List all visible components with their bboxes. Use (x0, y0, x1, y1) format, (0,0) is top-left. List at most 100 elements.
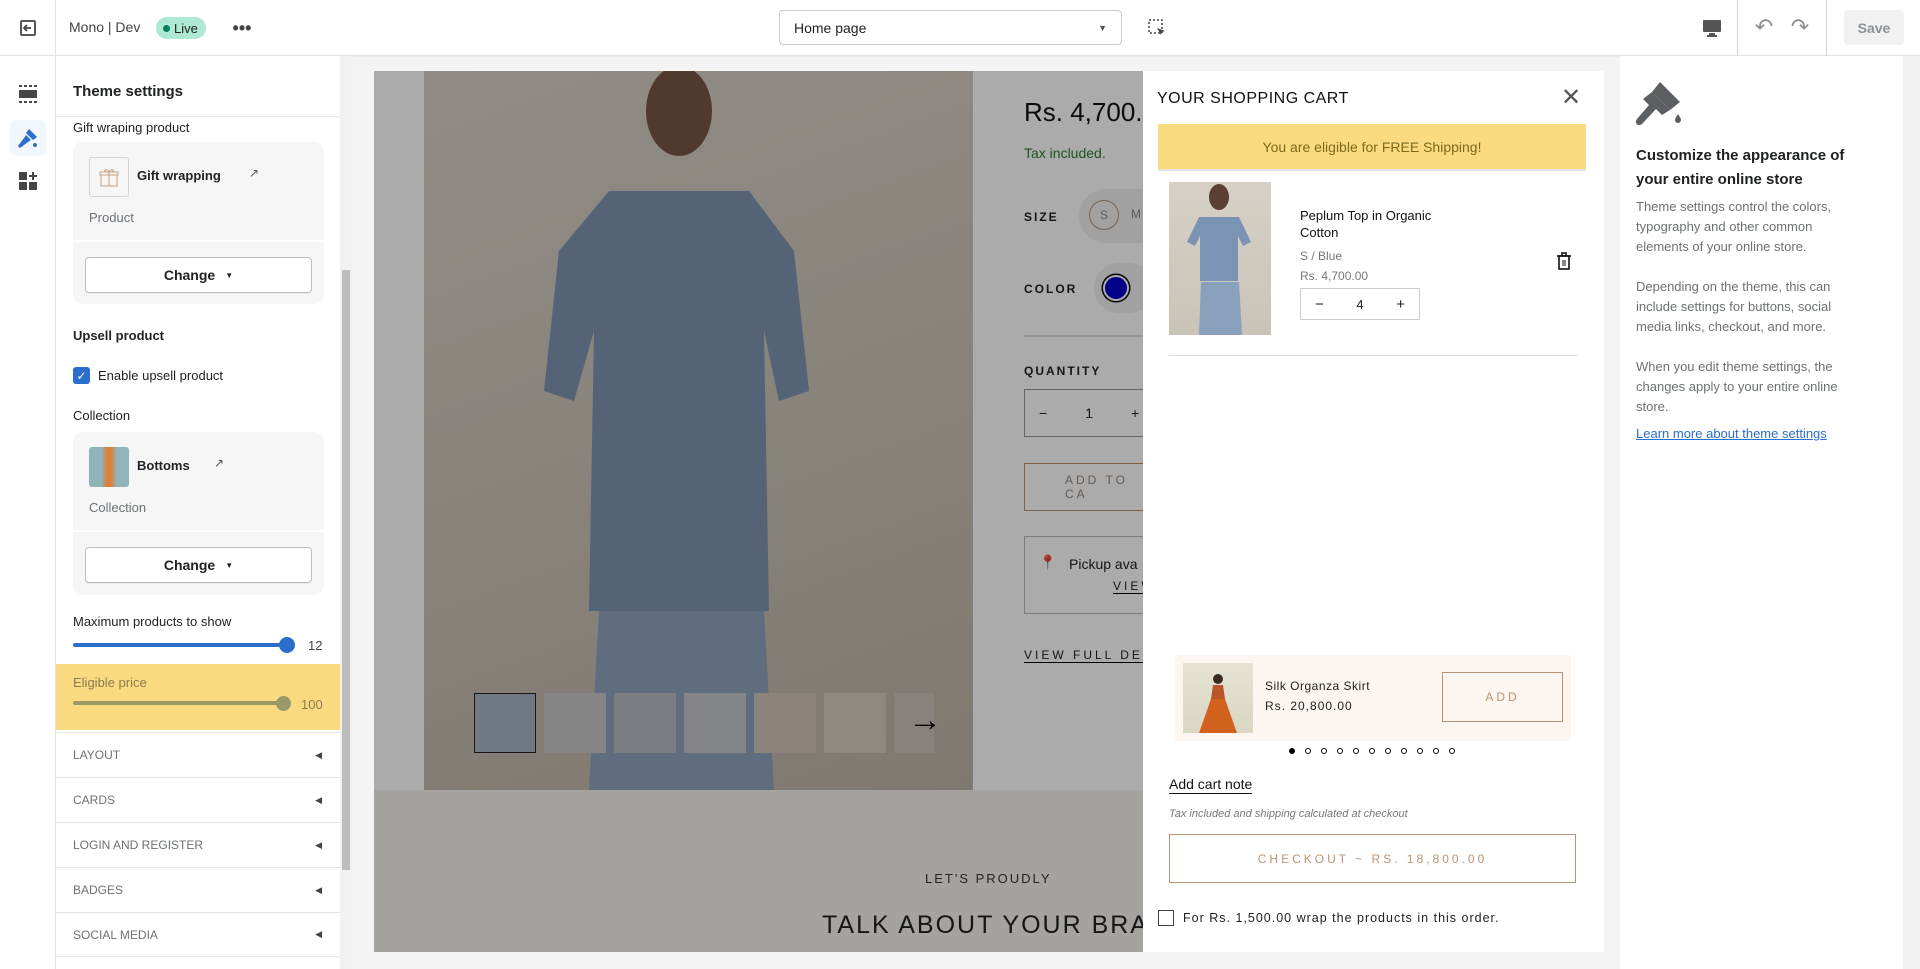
gift-wrap-checkbox[interactable]: For Rs. 1,500.00 wrap the products in th… (1158, 910, 1500, 926)
gift-product-type: Product (89, 210, 134, 225)
slider-handle[interactable] (276, 696, 291, 711)
help-heading: Customize the appearance of your entire … (1636, 147, 1845, 188)
paint-bucket-icon (1635, 80, 1682, 131)
inspector-button[interactable] (1146, 17, 1168, 39)
cart-item-name[interactable]: Peplum Top in Organic Cotton (1300, 207, 1460, 241)
upsell-card: Silk Organza Skirt Rs. 20,800.00 ADD (1175, 655, 1571, 741)
slider-handle[interactable] (279, 637, 295, 653)
help-scrollbar[interactable] (1903, 56, 1920, 969)
change-gift-button[interactable]: Change ▼ (85, 257, 312, 293)
max-products-slider[interactable] (73, 643, 289, 647)
caret-left-icon: ◀ (315, 839, 322, 850)
checkbox-checked-icon: ✓ (73, 367, 90, 384)
caret-left-icon: ◀ (315, 749, 322, 760)
caret-down-icon: ▼ (225, 560, 234, 570)
checkout-button[interactable]: CHECKOUT ~ RS. 18,800.00 (1169, 834, 1576, 883)
max-products-value: 12 (308, 638, 323, 653)
change-collection-button[interactable]: Change ▼ (85, 547, 312, 583)
eligible-price-slider[interactable] (73, 701, 283, 705)
gift-product-name[interactable]: Gift wrapping (137, 168, 221, 183)
top-bar: Mono | Dev Live ••• Home page ▼ ↶ ↷ Save (0, 0, 1920, 56)
caret-left-icon: ◀ (315, 884, 322, 895)
caret-down-icon: ▼ (225, 270, 234, 280)
carousel-dot[interactable] (1353, 748, 1359, 754)
carousel-dot[interactable] (1321, 748, 1327, 754)
carousel-dot[interactable] (1433, 748, 1439, 754)
trash-icon[interactable] (1554, 250, 1574, 272)
help-paragraph: Theme settings control the colors, typog… (1636, 199, 1832, 254)
panel-title: Theme settings (73, 83, 184, 100)
carousel-dot[interactable] (1385, 748, 1391, 754)
enable-upsell-checkbox[interactable]: ✓ Enable upsell product (73, 367, 223, 384)
cart-item-variant: S / Blue (1300, 249, 1343, 263)
close-icon[interactable]: ✕ (1559, 84, 1583, 111)
accordion-cards[interactable]: CARDS ◀ (56, 777, 340, 822)
help-paragraph: Depending on the theme, this can include… (1636, 279, 1832, 334)
cart-item-price: Rs. 4,700.00 (1300, 269, 1369, 283)
carousel-dot[interactable] (1305, 748, 1311, 754)
collection-label: Collection (73, 408, 131, 423)
collection-card: Bottoms ↗ Collection Change ▼ (73, 432, 324, 595)
caret-down-icon: ▼ (1098, 22, 1107, 33)
cart-quantity-stepper[interactable]: −4 + (1300, 288, 1420, 320)
redo-icon[interactable]: ↷ (1788, 14, 1812, 40)
paintbrush-icon (18, 129, 37, 148)
carousel-dot[interactable] (1369, 748, 1375, 754)
eligible-price-value: 100 (301, 697, 323, 712)
store-preview: → Rs. 4,700.0 Tax included. SIZE S M COL… (374, 71, 1604, 952)
store-name: Mono | Dev (69, 19, 141, 35)
learn-more-link[interactable]: Learn more about theme settings (1636, 426, 1827, 441)
carousel-dot[interactable] (1401, 748, 1407, 754)
eligible-price-label: Eligible price (73, 675, 147, 690)
help-panel: Customize the appearance of your entire … (1620, 56, 1920, 969)
gift-product-card: Gift wrapping ↗ Product Change ▼ (73, 142, 324, 304)
cart-drawer: YOUR SHOPPING CART ✕ You are eligible fo… (1143, 71, 1604, 952)
upsell-heading: Upsell product (73, 328, 165, 343)
app-embeds-button[interactable] (10, 163, 46, 199)
sections-icon (19, 85, 37, 103)
save-button[interactable]: Save (1844, 10, 1904, 45)
free-shipping-banner: You are eligible for FREE Shipping! (1158, 124, 1586, 171)
external-link-icon[interactable]: ↗ (214, 456, 224, 470)
upsell-name: Silk Organza Skirt (1265, 679, 1371, 693)
add-cart-note-link[interactable]: Add cart note (1169, 776, 1253, 794)
minus-icon[interactable]: − (1315, 296, 1324, 313)
upsell-image[interactable] (1183, 663, 1253, 733)
upsell-add-button[interactable]: ADD (1442, 672, 1563, 722)
accordion-social-media[interactable]: SOCIAL MEDIA ◀ (56, 912, 340, 957)
cart-tax-note: Tax included and shipping calculated at … (1169, 808, 1408, 820)
caret-left-icon: ◀ (315, 929, 322, 939)
carousel-dots (1289, 748, 1455, 754)
select-element-icon (1148, 19, 1165, 35)
desktop-view-button[interactable] (1700, 16, 1724, 40)
carousel-dot[interactable] (1289, 748, 1295, 754)
accordion-badges[interactable]: BADGES ◀ (56, 867, 340, 912)
monitor-icon (1703, 20, 1721, 37)
apps-add-icon (19, 172, 37, 190)
accordion-layout[interactable]: LAYOUT ◀ (56, 732, 340, 777)
more-actions-icon[interactable]: ••• (230, 16, 254, 40)
exit-button[interactable] (0, 0, 56, 56)
theme-settings-panel: Theme settings Gift wraping product Gift… (56, 56, 340, 969)
page-select[interactable]: Home page ▼ (779, 10, 1122, 45)
carousel-dot[interactable] (1337, 748, 1343, 754)
caret-left-icon: ◀ (315, 794, 322, 805)
exit-icon (19, 20, 36, 36)
eligible-price-setting: Eligible price 100 (56, 664, 340, 730)
external-link-icon[interactable]: ↗ (249, 166, 259, 180)
carousel-dot[interactable] (1417, 748, 1423, 754)
max-products-label: Maximum products to show (73, 614, 232, 629)
accordion-login-register[interactable]: LOGIN AND REGISTER ◀ (56, 822, 340, 867)
status-badge: Live (156, 17, 206, 39)
gift-icon (89, 157, 129, 197)
carousel-dot[interactable] (1449, 748, 1455, 754)
cart-item-image[interactable] (1169, 182, 1271, 335)
sections-button[interactable] (10, 76, 46, 112)
theme-settings-button[interactable] (10, 120, 46, 156)
plus-icon[interactable]: + (1396, 296, 1405, 313)
undo-icon[interactable]: ↶ (1752, 14, 1776, 40)
panel-scrollbar[interactable] (340, 56, 352, 969)
cart-title: YOUR SHOPPING CART (1157, 90, 1349, 107)
collection-name[interactable]: Bottoms (137, 458, 190, 473)
gift-section-label: Gift wraping product (73, 120, 190, 135)
